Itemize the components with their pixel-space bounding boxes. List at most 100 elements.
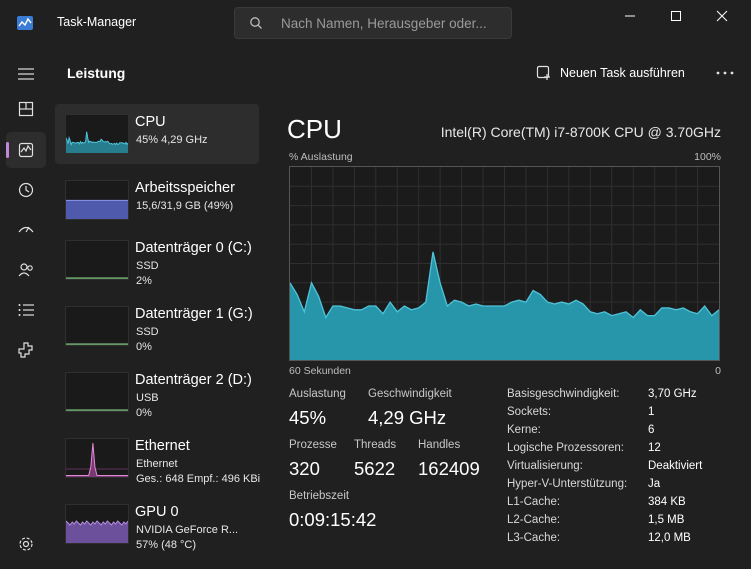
nav-services[interactable] — [6, 332, 46, 368]
minimize-icon — [625, 15, 635, 17]
main-title: CPU — [287, 114, 342, 144]
perf-item-name: Arbeitsspeicher — [135, 180, 235, 196]
stat-label-geschwindigkeit: Geschwindigkeit — [368, 388, 452, 400]
stat-label-threads: Threads — [354, 439, 397, 451]
new-task-icon — [536, 65, 550, 80]
perf-thumb-graph — [66, 343, 128, 345]
perf-item-disk1[interactable]: Datenträger 1 (G:) SSD 0% — [55, 296, 259, 356]
perf-thumb-graph — [66, 442, 128, 477]
cpu-model: Intel(R) Core(TM) i7-8700K CPU @ 3.70GHz — [440, 124, 721, 140]
title-bar: Task-Manager Nach Namen, Herausgeber ode… — [0, 0, 751, 46]
search-input[interactable]: Nach Namen, Herausgeber oder... — [234, 7, 512, 39]
minimize-button[interactable] — [607, 0, 653, 32]
spec-label: L3-Cache: — [507, 532, 561, 544]
perf-thumb-graph — [66, 409, 128, 411]
more-options-button[interactable] — [710, 62, 740, 84]
stat-label-betriebszeit: Betriebszeit — [289, 490, 350, 502]
content-area: CPU 45% 4,29 GHz Arbeitsspeicher 15,6/31,9 … — [52, 98, 751, 569]
perf-item-detail: Ethernet — [136, 458, 178, 470]
perf-item-detail: 57% (48 °C) — [136, 539, 197, 551]
spec-value: 1 — [648, 406, 655, 418]
perf-item-disk2[interactable]: Datenträger 2 (D:) USB 0% — [55, 362, 259, 422]
perf-thumbnail-disk0 — [65, 240, 129, 280]
perf-thumbnail-disk2 — [65, 372, 129, 412]
nav-menu-button[interactable] — [6, 56, 46, 92]
perf-thumbnail-disk1 — [65, 306, 129, 346]
close-button[interactable] — [699, 0, 745, 32]
perf-thumb-graph — [66, 277, 128, 279]
cpu-usage-graph-svg — [289, 167, 720, 360]
stat-value-handles: 162409 — [418, 458, 480, 479]
perf-item-detail: 0% — [136, 407, 152, 419]
processes-icon — [18, 101, 34, 117]
perf-thumb-graph — [66, 520, 128, 543]
spec-label: Sockets: — [507, 406, 552, 418]
details-icon — [18, 304, 34, 316]
perf-thumbnail-cpu — [65, 114, 129, 154]
new-task-label: Neuen Task ausführen — [560, 66, 685, 80]
more-icon — [716, 71, 734, 75]
perf-item-gpu[interactable]: GPU 0 NVIDIA GeForce R... 57% (48 °C) — [55, 494, 259, 554]
settings-icon — [19, 537, 33, 551]
nav-users[interactable] — [6, 252, 46, 288]
nav-active-indicator — [6, 142, 9, 158]
perf-item-name: Datenträger 1 (G:) — [135, 306, 253, 322]
close-icon — [716, 10, 728, 22]
spec-value: 384 KB — [648, 496, 686, 508]
performance-icon — [18, 142, 34, 158]
maximize-icon — [671, 11, 681, 21]
spec-label: L1-Cache: — [507, 496, 561, 508]
perf-item-detail: USB — [136, 392, 159, 404]
stat-value-prozesse: 320 — [289, 458, 320, 479]
task-manager-logo-icon — [17, 16, 33, 30]
stat-label-handles: Handles — [418, 439, 461, 451]
perf-item-detail: SSD — [136, 326, 159, 338]
spec-value: 12 — [648, 442, 661, 454]
navigation-rail — [0, 46, 52, 569]
perf-item-name: CPU — [135, 114, 166, 130]
perf-thumb-graph — [66, 199, 128, 219]
axis-top-left: % Auslastung — [289, 151, 353, 163]
stat-value-geschwindigkeit: 4,29 GHz — [368, 407, 447, 428]
startup-icon — [18, 226, 34, 233]
spec-label: Hyper-V-Unterstützung: — [507, 478, 628, 490]
axis-bottom-left: 60 Sekunden — [289, 365, 351, 377]
perf-item-detail: SSD — [136, 260, 159, 272]
nav-performance[interactable] — [6, 132, 46, 168]
perf-item-cpu[interactable]: CPU 45% 4,29 GHz — [55, 104, 259, 164]
perf-thumbnail-gpu — [65, 504, 129, 544]
perf-item-disk0[interactable]: Datenträger 0 (C:) SSD 2% — [55, 230, 259, 290]
nav-settings[interactable] — [6, 526, 46, 562]
spec-label: Basisgeschwindigkeit: — [507, 388, 620, 400]
axis-top-right: 100% — [694, 151, 721, 163]
search-placeholder: Nach Namen, Herausgeber oder... — [281, 16, 487, 31]
services-icon — [18, 342, 33, 358]
perf-item-detail: 15,6/31,9 GB (49%) — [136, 200, 234, 212]
nav-startup[interactable] — [6, 212, 46, 248]
perf-item-name: GPU 0 — [135, 504, 179, 520]
menu-icon — [18, 68, 34, 80]
spec-value: 3,70 GHz — [648, 388, 697, 400]
perf-item-eth[interactable]: Ethernet Ethernet Ges.: 648 Empf.: 496 KBi — [55, 428, 260, 488]
spec-label: Kerne: — [507, 424, 541, 436]
nav-history[interactable] — [6, 172, 46, 208]
cpu-usage-graph — [289, 166, 720, 361]
perf-thumb-graph — [66, 131, 128, 153]
spec-value: 1,5 MB — [648, 514, 685, 526]
perf-item-detail: 0% — [136, 341, 152, 353]
spec-label: Virtualisierung: — [507, 460, 583, 472]
spec-value: 6 — [648, 424, 655, 436]
users-icon — [18, 263, 33, 277]
stat-value-threads: 5622 — [354, 458, 396, 479]
spec-value: Ja — [648, 478, 661, 490]
spec-value: 12,0 MB — [648, 532, 691, 544]
perf-item-name: Datenträger 0 (C:) — [135, 240, 252, 256]
nav-processes[interactable] — [6, 91, 46, 127]
new-task-button[interactable]: Neuen Task ausführen — [536, 62, 685, 84]
perf-item-mem[interactable]: Arbeitsspeicher 15,6/31,9 GB (49%) — [55, 170, 259, 230]
search-icon — [250, 17, 262, 29]
maximize-button[interactable] — [653, 0, 699, 32]
perf-thumbnail-eth — [65, 438, 129, 478]
perf-item-name: Ethernet — [135, 438, 190, 454]
nav-details[interactable] — [6, 292, 46, 328]
